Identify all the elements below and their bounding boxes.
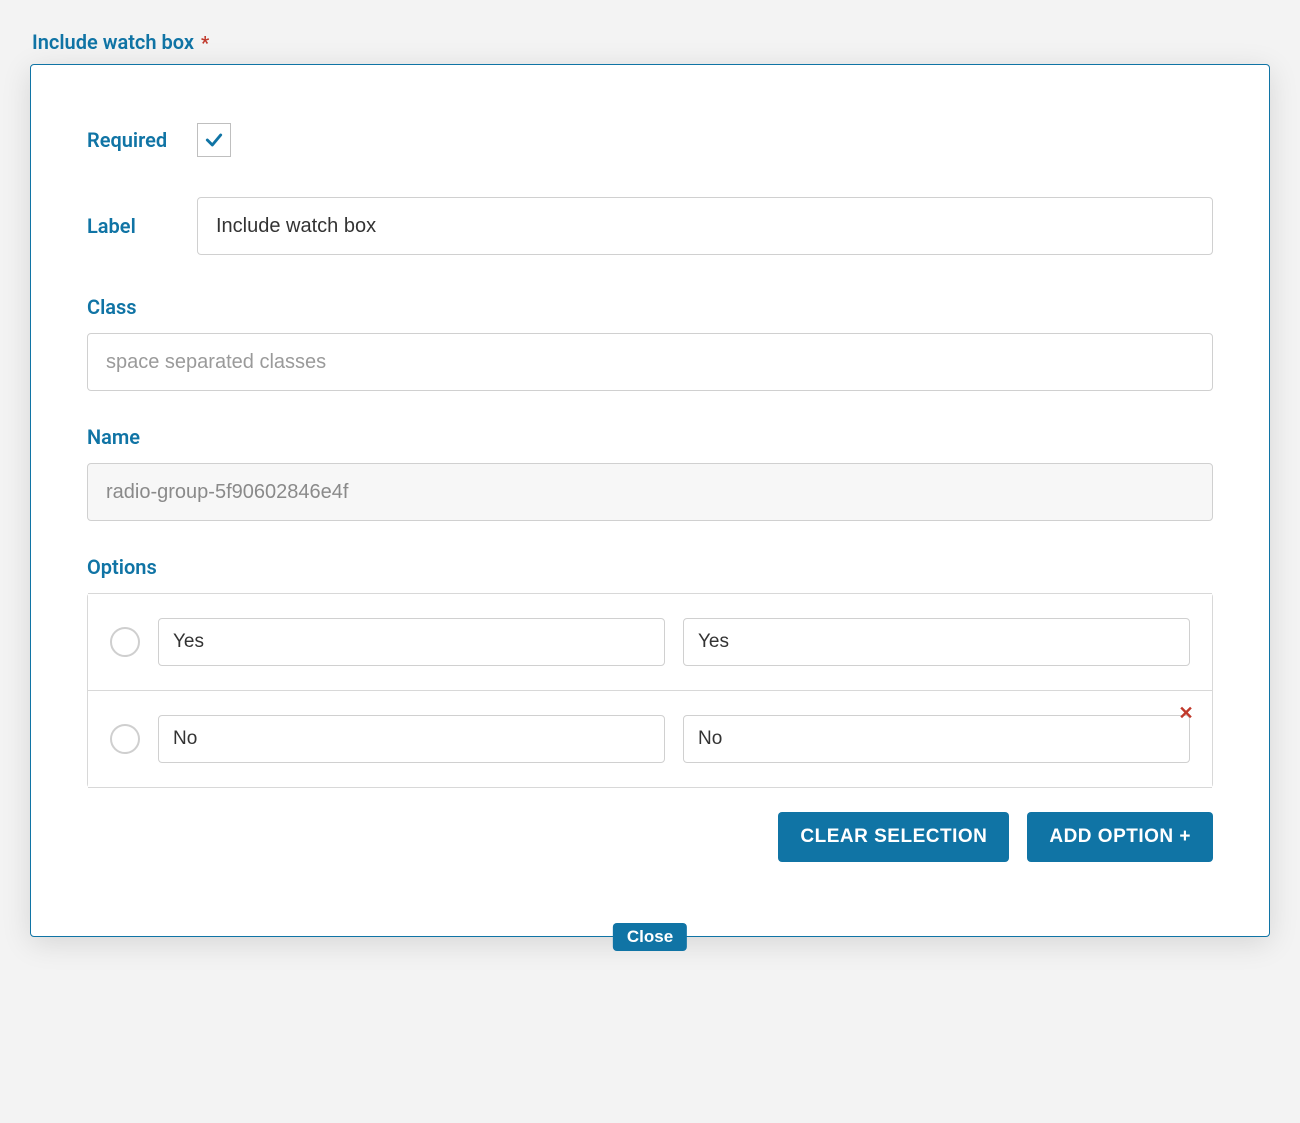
option-value-input[interactable] [683,715,1190,763]
required-row: Required [87,123,1213,157]
close-icon: ✕ [1178,703,1193,724]
option-label-input[interactable] [158,715,665,763]
options-field-label: Options [87,555,1213,579]
option-value-input[interactable] [683,618,1190,666]
name-field-label: Name [87,425,1213,449]
required-checkbox[interactable] [197,123,231,157]
option-radio[interactable] [110,724,140,754]
options-actions: CLEAR SELECTION ADD OPTION + [87,812,1213,862]
class-field-label: Class [87,295,1213,319]
name-block: Name [87,425,1213,521]
label-row: Label [87,197,1213,255]
panel-title-text: Include watch box [32,30,194,54]
option-radio[interactable] [110,627,140,657]
options-list: ✕ [87,593,1213,788]
remove-option-button[interactable]: ✕ [1174,701,1198,725]
option-label-input[interactable] [158,618,665,666]
class-input[interactable] [87,333,1213,391]
field-editor-panel: Required Label Class Name Options [30,64,1270,937]
clear-selection-button[interactable]: CLEAR SELECTION [778,812,1009,862]
add-option-button[interactable]: ADD OPTION + [1027,812,1213,862]
required-asterisk: * [201,33,209,54]
panel-title: Include watch box * [32,30,1270,54]
required-label: Required [87,128,197,152]
check-icon [204,130,224,150]
options-block: Options ✕ CLEAR SELECTION [87,555,1213,862]
class-block: Class [87,295,1213,391]
label-input[interactable] [197,197,1213,255]
label-field-label: Label [87,214,197,238]
option-row [88,593,1212,691]
name-input[interactable] [87,463,1213,521]
option-row: ✕ [88,691,1212,788]
close-button[interactable]: Close [613,923,687,951]
